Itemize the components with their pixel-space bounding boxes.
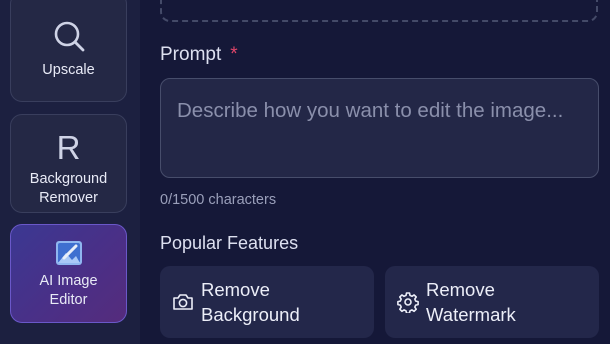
r-letter-icon: R bbox=[56, 129, 81, 166]
image-edit-icon bbox=[55, 239, 83, 267]
tool-sidebar: Upscale R Background Remover AI Image Ed… bbox=[0, 0, 140, 344]
tool-background-remover-button[interactable]: R Background Remover bbox=[10, 114, 127, 213]
tool-background-remover-label: Background Remover bbox=[29, 171, 108, 206]
tool-upscale-label: Upscale bbox=[42, 62, 95, 78]
prompt-label-text: Prompt bbox=[160, 44, 222, 65]
required-mark: * bbox=[230, 44, 238, 65]
popular-features-title: Popular Features bbox=[160, 233, 299, 253]
tool-ai-image-editor-button[interactable]: AI Image Editor bbox=[10, 224, 127, 323]
remove-background-label: Remove Background bbox=[201, 279, 300, 325]
tool-upscale-button[interactable]: Upscale bbox=[10, 0, 127, 102]
image-drop-zone[interactable] bbox=[160, 0, 598, 22]
remove-background-button[interactable]: Remove Background bbox=[160, 266, 374, 338]
prompt-placeholder: Describe how you want to edit the image.… bbox=[177, 99, 564, 122]
remove-watermark-button[interactable]: Remove Watermark bbox=[385, 266, 599, 338]
prompt-input[interactable]: Describe how you want to edit the image.… bbox=[160, 78, 599, 178]
remove-watermark-label: Remove Watermark bbox=[426, 279, 516, 325]
search-icon bbox=[51, 19, 87, 55]
tool-ai-image-editor-label: AI Image Editor bbox=[39, 273, 98, 308]
camera-icon bbox=[172, 291, 194, 313]
prompt-label: Prompt * bbox=[160, 44, 238, 66]
gear-icon bbox=[397, 291, 419, 313]
character-counter: 0/1500 characters bbox=[160, 192, 277, 208]
editor-panel: Prompt * Describe how you want to edit th… bbox=[140, 0, 610, 344]
